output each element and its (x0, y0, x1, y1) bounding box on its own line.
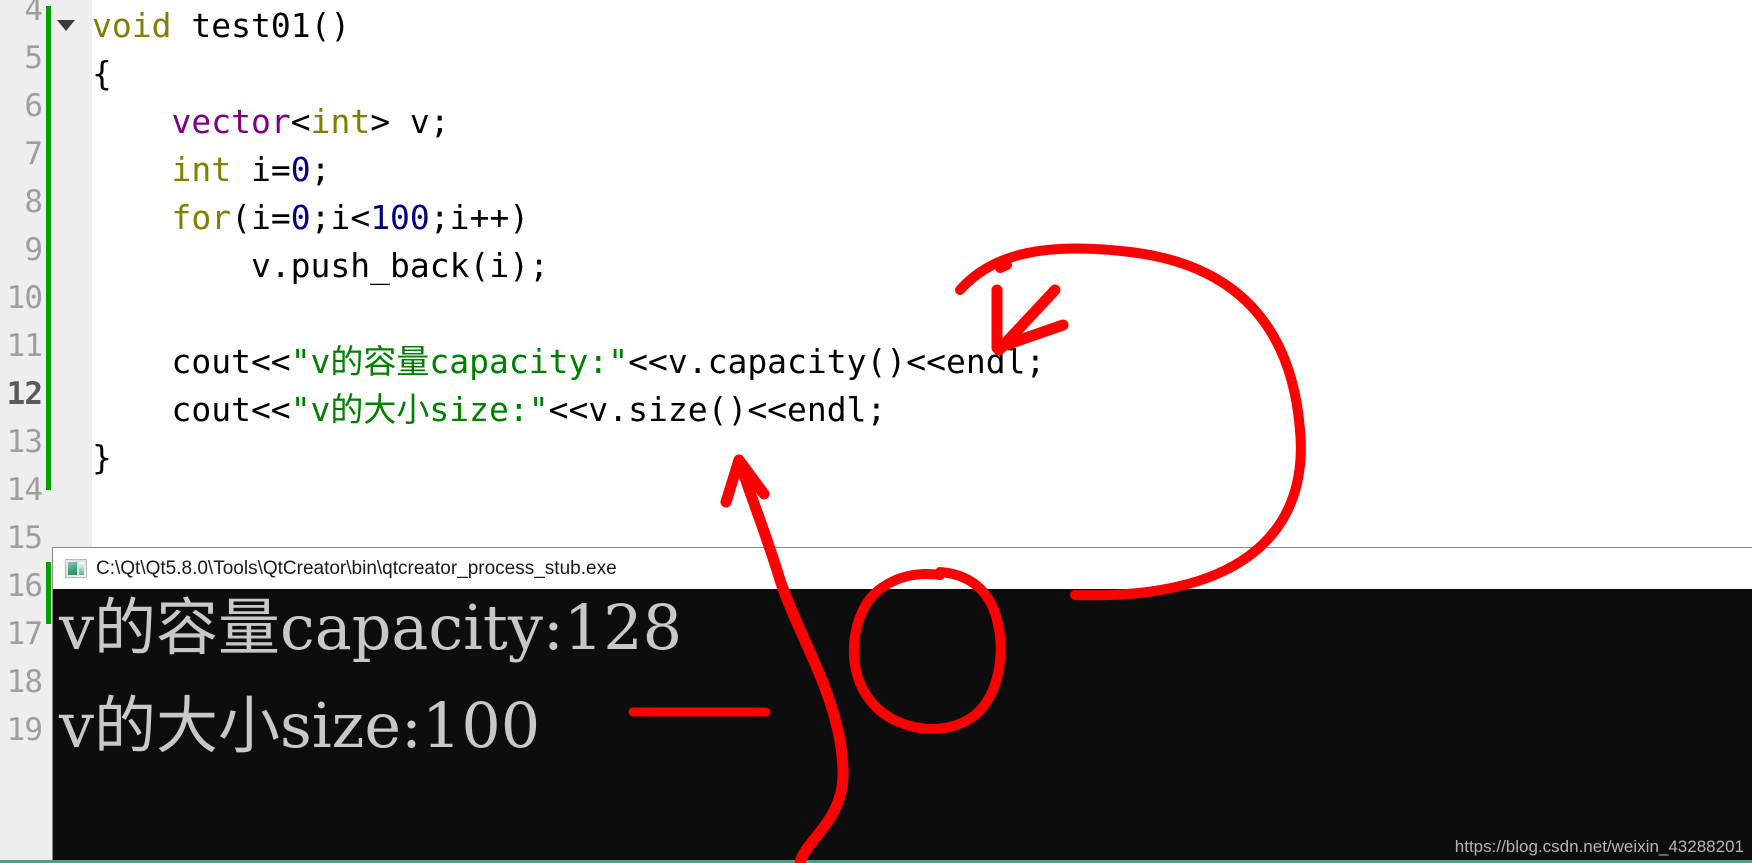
screenshot-root: void main01() 45678910111213141516171819… (0, 0, 1752, 863)
line-number: 10 (6, 280, 43, 316)
code-token: for (171, 198, 232, 237)
code-token: v.push_back(i); (92, 246, 549, 285)
line-number: 15 (6, 520, 43, 556)
code-line: int i=0; (92, 146, 330, 194)
code-line: void test01() (92, 2, 350, 50)
code-line: cout<<"v的容量capacity:"<<v.capacity()<<end… (92, 338, 1045, 386)
code-token: ; (310, 150, 331, 189)
console-title-text: C:\Qt\Qt5.8.0\Tools\QtCreator\bin\qtcrea… (96, 557, 617, 579)
code-line: for(i=0;i<100;i++) (92, 194, 529, 242)
code-token: < (290, 102, 311, 141)
line-number: 5 (24, 40, 43, 76)
code-token: cout<< (92, 390, 291, 429)
line-number: 11 (6, 328, 43, 364)
code-line: { (92, 50, 112, 98)
code-token: > v; (370, 102, 450, 141)
code-token: int (171, 150, 232, 189)
line-number: 4 (24, 0, 43, 28)
code-token: <<v.size()<<endl; (548, 390, 887, 429)
code-token: int (310, 102, 371, 141)
console-output-line: v的大小size:100 (59, 689, 541, 762)
code-token: <<v.capacity()<<endl; (628, 342, 1046, 381)
collapse-triangle-icon[interactable] (57, 20, 75, 31)
line-number: 19 (6, 712, 43, 748)
code-token: cout<< (92, 342, 291, 381)
line-number: 18 (6, 664, 43, 700)
vcs-change-marker-main (46, 6, 51, 490)
line-number: 17 (6, 616, 43, 652)
line-number: 16 (6, 568, 43, 604)
code-token: { (92, 54, 112, 93)
code-token: ;i++) (429, 198, 530, 237)
code-line: } (92, 434, 112, 482)
line-number: 14 (6, 472, 43, 508)
vcs-change-marker-secondary (46, 562, 51, 624)
code-token: 0 (290, 198, 311, 237)
code-token: 0 (290, 150, 311, 189)
console-output-line: v的容量capacity:128 (59, 591, 683, 664)
line-number: 8 (24, 184, 43, 220)
code-token: ;i< (310, 198, 371, 237)
console-output-area: v的容量capacity:128 v的大小size:100 https://bl… (53, 589, 1752, 863)
code-token: vector (171, 102, 291, 141)
line-number: 12 (6, 376, 43, 412)
code-line: cout<<"v的大小size:"<<v.size()<<endl; (92, 386, 886, 434)
code-token: } (92, 438, 112, 477)
console-window[interactable]: C:\Qt\Qt5.8.0\Tools\QtCreator\bin\qtcrea… (52, 547, 1752, 863)
code-token: test01() (191, 6, 351, 45)
line-number: 7 (24, 136, 43, 172)
code-token: "v的大小size:" (290, 390, 549, 429)
watermark-text: https://blog.csdn.net/weixin_43288201 (1454, 837, 1744, 856)
code-token: 100 (370, 198, 430, 237)
console-window-icon (65, 559, 87, 578)
code-token: i= (231, 150, 291, 189)
console-titlebar[interactable]: C:\Qt\Qt5.8.0\Tools\QtCreator\bin\qtcrea… (53, 548, 1752, 589)
line-number: 13 (6, 424, 43, 460)
code-line: v.push_back(i); (92, 242, 549, 290)
code-line: vector<int> v; (92, 98, 450, 146)
line-number: 6 (24, 88, 43, 124)
code-token: "v的容量capacity:" (290, 342, 629, 381)
code-token: (i= (231, 198, 291, 237)
line-number: 9 (24, 232, 43, 268)
code-token: void (92, 6, 172, 45)
